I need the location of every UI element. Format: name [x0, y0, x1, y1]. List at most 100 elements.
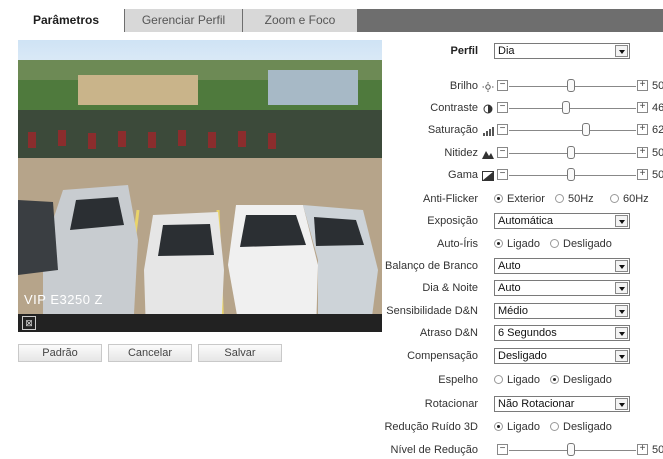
- saturacao-track: [509, 130, 636, 131]
- brilho-plus-button[interactable]: +: [637, 80, 648, 91]
- save-button[interactable]: Salvar: [198, 344, 282, 362]
- sensibilidade-label: Sensibilidade D&N: [386, 305, 478, 317]
- sensibilidade-value: Médio: [498, 305, 528, 317]
- radio-label: Ligado: [507, 374, 541, 386]
- atraso-select[interactable]: 6 Segundos: [494, 325, 630, 341]
- espelho-desligado-radio[interactable]: Desligado: [550, 374, 612, 386]
- saturacao-slider-knob[interactable]: [582, 123, 590, 136]
- nivel-reducao-plus-button[interactable]: +: [637, 444, 648, 455]
- reducao-ruido-desligado-radio[interactable]: Desligado: [550, 421, 612, 433]
- compensacao-label: Compensação: [407, 350, 478, 362]
- dia-noite-value: Auto: [498, 282, 521, 294]
- perfil-select[interactable]: Dia: [494, 43, 630, 59]
- exposicao-value: Automática: [498, 215, 554, 227]
- chevron-down-icon: [615, 282, 628, 294]
- saturacao-plus-button[interactable]: +: [637, 124, 648, 135]
- compensacao-value: Desligado: [498, 350, 547, 362]
- nitidez-slider-knob[interactable]: [567, 146, 575, 159]
- nivel-reducao-value: 50: [652, 444, 663, 456]
- radio-label: 50Hz: [568, 193, 594, 205]
- chevron-down-icon: [615, 215, 628, 227]
- gama-value: 50: [652, 169, 663, 181]
- contraste-value: 46: [652, 102, 663, 114]
- chevron-down-icon: [615, 305, 628, 317]
- exposicao-select[interactable]: Automática: [494, 213, 630, 229]
- rotacionar-label: Rotacionar: [424, 398, 478, 410]
- brilho-minus-button[interactable]: −: [497, 80, 508, 91]
- radio-label: Desligado: [563, 374, 612, 386]
- radio-dot: [494, 422, 503, 431]
- video-toolbar: ⊠: [18, 314, 382, 332]
- sharpness-icon: [482, 151, 494, 159]
- tab-zoom-foco[interactable]: Zoom e Foco: [243, 9, 358, 32]
- saturacao-value: 62: [652, 124, 663, 136]
- dia-noite-select[interactable]: Auto: [494, 280, 630, 296]
- reducao-ruido-label: Redução Ruído 3D: [384, 421, 478, 433]
- saturacao-minus-button[interactable]: −: [497, 124, 508, 135]
- radio-dot: [555, 194, 564, 203]
- perfil-value: Dia: [498, 45, 515, 57]
- radio-dot: [494, 194, 503, 203]
- nitidez-plus-button[interactable]: +: [637, 147, 648, 158]
- reducao-ruido-ligado-radio[interactable]: Ligado: [494, 421, 540, 433]
- radio-dot: [610, 194, 619, 203]
- contraste-slider-knob[interactable]: [562, 101, 570, 114]
- radio-dot: [550, 239, 559, 248]
- anti-flicker-60hz-radio[interactable]: 60Hz: [610, 193, 649, 205]
- gamma-icon: [482, 171, 494, 181]
- radio-label: Exterior: [507, 193, 545, 205]
- sun-icon: [482, 82, 494, 92]
- chevron-down-icon: [615, 45, 628, 57]
- balanco-branco-select[interactable]: Auto: [494, 258, 630, 274]
- nivel-reducao-slider-knob[interactable]: [567, 443, 575, 456]
- tab-parametros[interactable]: Parâmetros: [8, 9, 125, 32]
- espelho-ligado-radio[interactable]: Ligado: [494, 374, 540, 386]
- radio-label: Ligado: [507, 238, 541, 250]
- tab-bar: Parâmetros Gerenciar Perfil Zoom e Foco: [8, 9, 663, 32]
- video-preview[interactable]: [18, 40, 382, 332]
- radio-label: 60Hz: [623, 193, 649, 205]
- radio-dot: [494, 239, 503, 248]
- anti-flicker-exterior-radio[interactable]: Exterior: [494, 193, 545, 205]
- perfil-label: Perfil: [450, 45, 478, 57]
- nitidez-label: Nitidez: [444, 147, 478, 159]
- rotacionar-value: Não Rotacionar: [498, 398, 575, 410]
- tab-gerenciar-perfil[interactable]: Gerenciar Perfil: [125, 9, 243, 32]
- radio-label: Desligado: [563, 238, 612, 250]
- gama-slider-knob[interactable]: [567, 168, 575, 181]
- default-button[interactable]: Padrão: [18, 344, 102, 362]
- gama-minus-button[interactable]: −: [497, 169, 508, 180]
- contraste-plus-button[interactable]: +: [637, 102, 648, 113]
- auto-iris-desligado-radio[interactable]: Desligado: [550, 238, 612, 250]
- nivel-reducao-minus-button[interactable]: −: [497, 444, 508, 455]
- contraste-track: [509, 108, 636, 109]
- cancel-button[interactable]: Cancelar: [108, 344, 192, 362]
- balanco-branco-value: Auto: [498, 260, 521, 272]
- auto-iris-ligado-radio[interactable]: Ligado: [494, 238, 540, 250]
- fullscreen-icon[interactable]: ⊠: [22, 316, 36, 330]
- espelho-label: Espelho: [438, 374, 478, 386]
- rotacionar-select[interactable]: Não Rotacionar: [494, 396, 630, 412]
- radio-label: Desligado: [563, 421, 612, 433]
- anti-flicker-50hz-radio[interactable]: 50Hz: [555, 193, 594, 205]
- sensibilidade-select[interactable]: Médio: [494, 303, 630, 319]
- auto-iris-label: Auto-Íris: [437, 238, 478, 250]
- compensacao-select[interactable]: Desligado: [494, 348, 630, 364]
- camera-scene: [18, 40, 382, 332]
- brilho-slider-knob[interactable]: [567, 79, 575, 92]
- balanco-branco-label: Balanço de Branco: [385, 260, 478, 272]
- camera-label: VIP E3250 Z: [24, 292, 103, 307]
- dia-noite-label: Dia & Noite: [422, 282, 478, 294]
- exposicao-label: Exposição: [427, 215, 478, 227]
- gama-plus-button[interactable]: +: [637, 169, 648, 180]
- chevron-down-icon: [615, 260, 628, 272]
- nitidez-value: 50: [652, 147, 663, 159]
- brilho-value: 50: [652, 80, 663, 92]
- nitidez-minus-button[interactable]: −: [497, 147, 508, 158]
- atraso-label: Atraso D&N: [419, 327, 478, 339]
- chevron-down-icon: [615, 350, 628, 362]
- radio-dot: [494, 375, 503, 384]
- chevron-down-icon: [615, 327, 628, 339]
- atraso-value: 6 Segundos: [498, 327, 557, 339]
- contraste-minus-button[interactable]: −: [497, 102, 508, 113]
